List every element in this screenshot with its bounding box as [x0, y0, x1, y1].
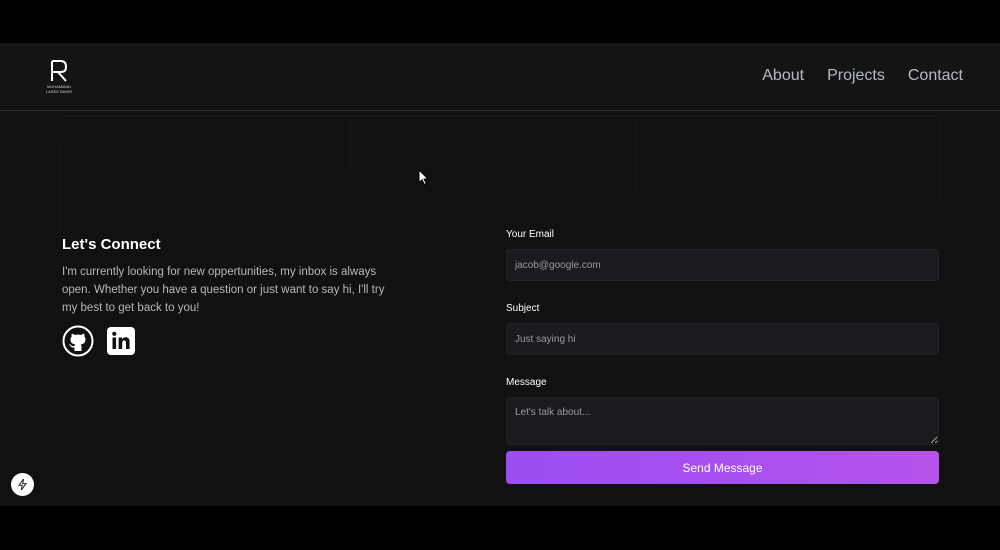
- linkedin-icon[interactable]: [105, 325, 137, 357]
- mouse-cursor-icon: [418, 169, 430, 186]
- page-viewport: MUHAMMAD LAREE BAKIR About Projects Cont…: [0, 43, 1000, 506]
- connect-heading: Let's Connect: [62, 236, 161, 253]
- background-line: [350, 115, 351, 175]
- email-label: Your Email: [506, 229, 554, 240]
- connect-section: Let's Connect I'm currently looking for …: [62, 236, 402, 357]
- nav-link-projects[interactable]: Projects: [827, 67, 885, 85]
- github-icon[interactable]: [62, 325, 94, 357]
- nav-link-about[interactable]: About: [762, 67, 804, 85]
- subject-label: Subject: [506, 303, 540, 314]
- social-links: [62, 325, 402, 357]
- logo[interactable]: MUHAMMAD LAREE BAKIR: [34, 57, 84, 97]
- background-line: [60, 143, 61, 233]
- dev-indicator-badge[interactable]: [11, 473, 34, 496]
- navbar: MUHAMMAD LAREE BAKIR About Projects Cont…: [0, 43, 1000, 111]
- email-input[interactable]: [506, 249, 939, 281]
- lightning-icon: [18, 478, 27, 491]
- background-line: [635, 115, 636, 195]
- background-line: [940, 115, 941, 205]
- contact-form: Your Email Subject Message Send Message: [506, 229, 939, 484]
- message-textarea[interactable]: [506, 397, 939, 445]
- nav-link-contact[interactable]: Contact: [908, 67, 963, 85]
- video-frame: MUHAMMAD LAREE BAKIR About Projects Cont…: [0, 0, 1000, 550]
- send-message-button[interactable]: Send Message: [506, 451, 939, 484]
- message-label: Message: [506, 377, 547, 388]
- background-line: [60, 115, 940, 117]
- nav-links: About Projects Contact: [762, 67, 963, 85]
- subject-input[interactable]: [506, 323, 939, 355]
- connect-description: I'm currently looking for new oppertunit…: [62, 266, 385, 314]
- logo-name-line2: LAREE BAKIR: [46, 89, 72, 94]
- logo-icon: MUHAMMAD LAREE BAKIR: [46, 60, 72, 94]
